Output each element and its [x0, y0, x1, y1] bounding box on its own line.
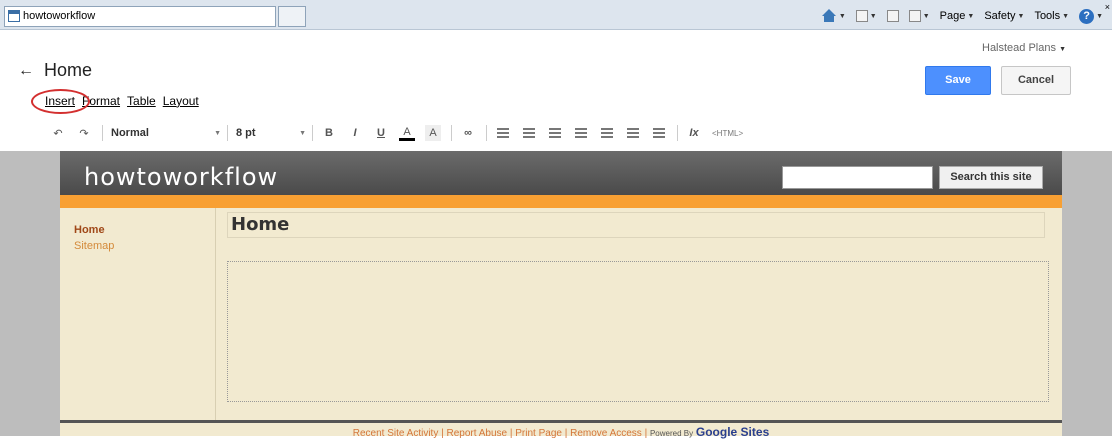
align-left-glyph	[601, 128, 613, 138]
browser-tab[interactable]: howtoworkflow	[4, 6, 276, 27]
tools-menu[interactable]: Tools ▼	[1031, 5, 1072, 27]
bullet-list-glyph	[523, 128, 535, 138]
footer-rule	[60, 420, 1062, 423]
outdent-icon[interactable]	[547, 125, 563, 141]
italic-button[interactable]: I	[347, 125, 363, 141]
tools-menu-label: Tools	[1034, 10, 1061, 22]
home-button[interactable]: ▼	[818, 5, 849, 27]
text-color-label: A	[403, 125, 411, 138]
owner-menu[interactable]: Halstead Plans ▼	[982, 42, 1066, 54]
undo-icon[interactable]: ↶	[50, 125, 66, 141]
safety-menu[interactable]: Safety ▼	[981, 5, 1027, 27]
save-button[interactable]: Save	[925, 66, 991, 95]
align-right-glyph	[653, 128, 665, 138]
align-right-icon[interactable]	[651, 125, 667, 141]
page-heading-field[interactable]: Home	[227, 212, 1045, 238]
redo-icon[interactable]: ↷	[76, 125, 92, 141]
chevron-down-icon: ▼	[1062, 12, 1070, 20]
style-value: Normal	[111, 127, 149, 139]
safety-menu-label: Safety	[984, 10, 1016, 22]
numbered-list-glyph	[497, 128, 509, 138]
page-content-editor[interactable]	[227, 261, 1049, 402]
google-sites-link[interactable]: Google Sites	[696, 425, 769, 439]
page-menu-label: Page	[939, 10, 966, 22]
owner-name: Halstead Plans	[982, 42, 1056, 54]
chevron-down-icon: ▼	[967, 12, 975, 20]
help-icon: ?	[1079, 8, 1095, 24]
back-arrow-icon: ←	[18, 61, 34, 79]
site-search-input[interactable]	[782, 166, 933, 189]
mail-button[interactable]	[884, 5, 902, 27]
chevron-down-icon: ▼	[1096, 12, 1103, 20]
align-center-glyph	[627, 128, 639, 138]
home-icon	[821, 9, 837, 23]
sidebar-divider	[215, 208, 216, 420]
footer-link-print-page[interactable]: Print Page	[515, 428, 562, 439]
page-menu[interactable]: Page ▼	[937, 5, 978, 27]
chevron-down-icon: ▼	[299, 129, 306, 137]
print-button[interactable]: ▼	[906, 5, 933, 27]
search-site-button[interactable]: Search this site	[939, 166, 1043, 189]
chevron-down-icon: ▼	[838, 12, 846, 20]
command-bar: ▼ ▼ ▼ Page ▼ Safety ▼ Tools ▼ ? ▼	[818, 4, 1112, 28]
cancel-button[interactable]: Cancel	[1001, 66, 1071, 95]
toolbar-divider	[677, 125, 678, 141]
chevron-down-icon: ▼	[214, 129, 221, 137]
menu-layout[interactable]: Layout	[163, 94, 199, 108]
close-icon[interactable]: ×	[1105, 2, 1110, 12]
format-toolbar: ↶ ↷ Normal ▼ 8 pt ▼ B I U A A ∞ Ix <HTML>	[50, 124, 743, 142]
chevron-down-icon: ▼	[869, 12, 877, 20]
toolbar-divider	[451, 125, 452, 141]
sidebar-item-home[interactable]: Home	[74, 224, 105, 236]
toolbar-divider	[312, 125, 313, 141]
indent-glyph	[575, 128, 587, 138]
align-center-icon[interactable]	[625, 125, 641, 141]
toolbar-divider	[227, 125, 228, 141]
html-button[interactable]: <HTML>	[712, 129, 743, 138]
footer-link-remove-access[interactable]: Remove Access	[570, 428, 642, 439]
site-accent-bar	[60, 195, 1062, 208]
footer-link-recent-activity[interactable]: Recent Site Activity	[353, 428, 439, 439]
chevron-down-icon: ▼	[1017, 12, 1025, 20]
bold-button[interactable]: B	[321, 125, 337, 141]
toolbar-divider	[102, 125, 103, 141]
align-left-icon[interactable]	[599, 125, 615, 141]
new-tab-button[interactable]	[278, 6, 306, 27]
style-dropdown[interactable]: Normal ▼	[111, 127, 221, 139]
numbered-list-icon[interactable]	[495, 125, 511, 141]
browser-bar: howtoworkflow ▼ ▼ ▼ Page ▼ Safety ▼ Tools ▼…	[0, 0, 1112, 30]
chevron-down-icon: ▼	[922, 12, 930, 20]
site-footer: Recent Site Activity | Report Abuse | Pr…	[352, 425, 770, 439]
underline-button[interactable]: U	[373, 125, 389, 141]
site-title: howtoworkflow	[84, 163, 279, 191]
browser-tab-title: howtoworkflow	[23, 10, 96, 22]
bullet-list-icon[interactable]	[521, 125, 537, 141]
outdent-glyph	[549, 128, 561, 138]
toolbar-divider	[486, 125, 487, 141]
chevron-down-icon: ▼	[1059, 46, 1066, 53]
text-color-button[interactable]: A	[399, 125, 415, 141]
powered-by-label: Powered By	[649, 429, 694, 438]
sidebar-item-sitemap[interactable]: Sitemap	[74, 240, 114, 252]
remove-format-button[interactable]: Ix	[686, 125, 702, 141]
highlight-color-button[interactable]: A	[425, 125, 441, 141]
highlight-color-label: A	[429, 127, 437, 139]
link-icon[interactable]: ∞	[460, 125, 476, 141]
page-icon	[8, 10, 20, 22]
page-title: Home	[44, 60, 93, 80]
feeds-icon	[855, 10, 868, 22]
feeds-button[interactable]: ▼	[853, 5, 880, 27]
indent-icon[interactable]	[573, 125, 589, 141]
font-size-value: 8 pt	[236, 127, 256, 139]
mail-icon	[886, 10, 899, 22]
font-size-dropdown[interactable]: 8 pt ▼	[236, 127, 306, 139]
help-button[interactable]: ? ▼	[1076, 5, 1106, 27]
insert-highlight-circle	[31, 89, 90, 114]
footer-link-report-abuse[interactable]: Report Abuse	[446, 428, 507, 439]
print-icon	[908, 10, 921, 22]
menu-table[interactable]: Table	[127, 94, 156, 108]
back-link[interactable]: ← Home	[18, 60, 92, 81]
